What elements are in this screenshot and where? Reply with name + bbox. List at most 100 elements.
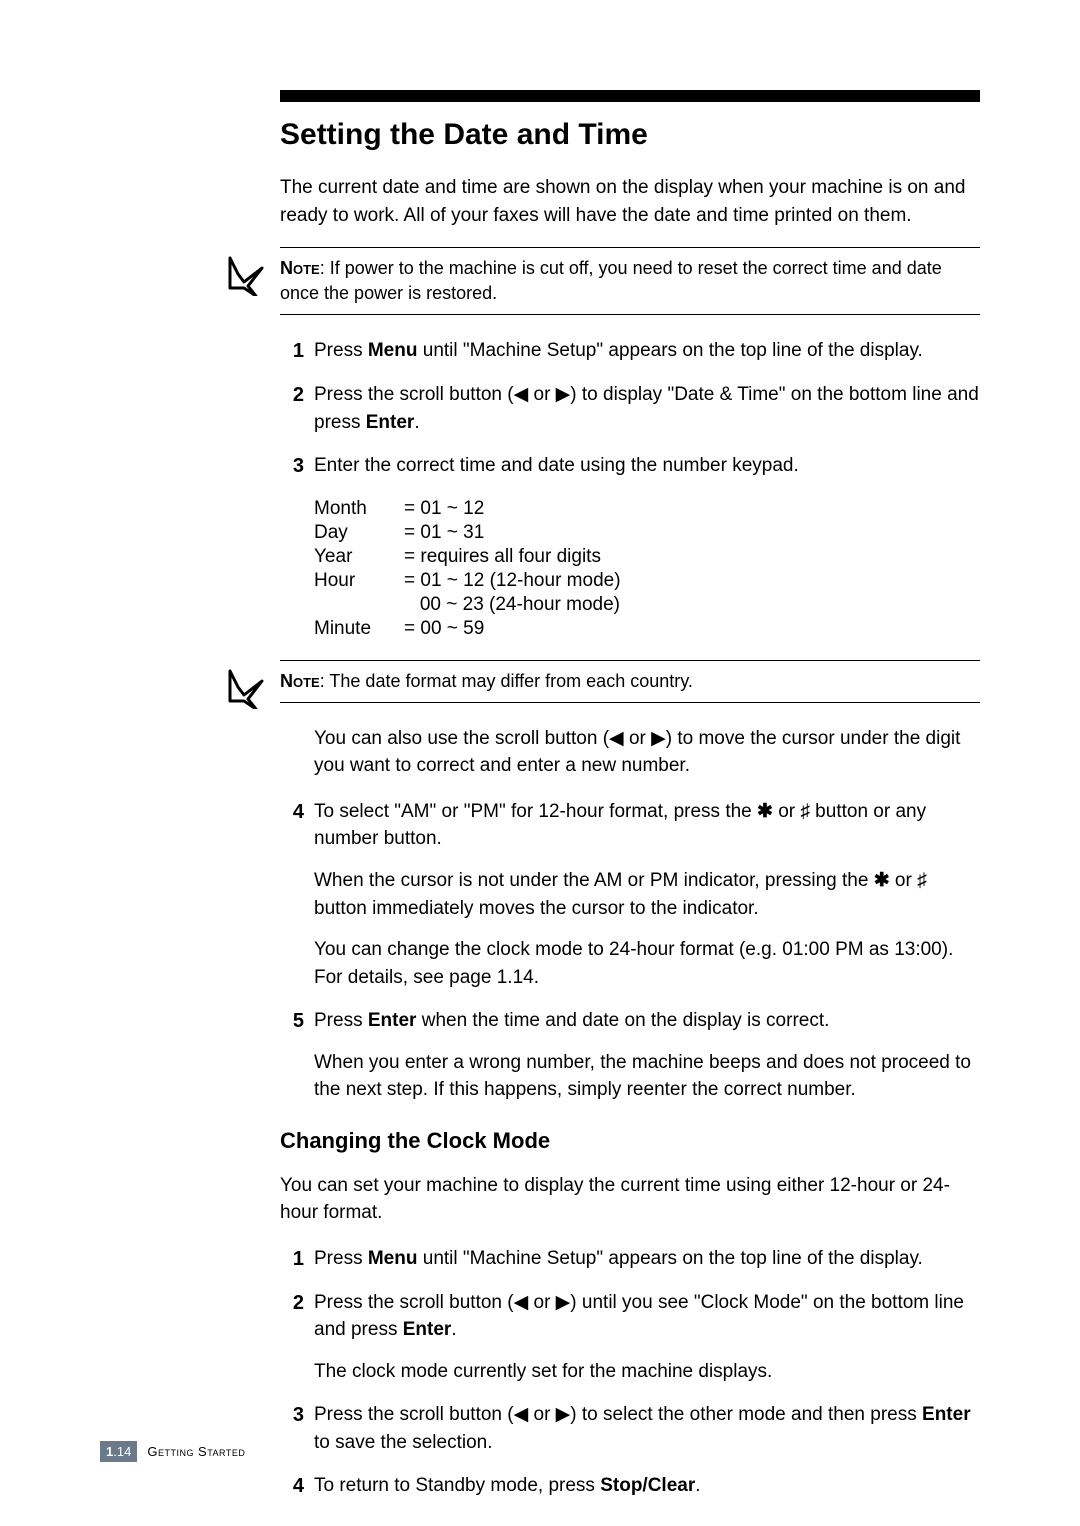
step-number: 4 <box>280 1472 304 1501</box>
note-checkmark-icon <box>224 252 268 301</box>
step-s1-text: Press Menu until "Machine Setup" appears… <box>314 1245 980 1273</box>
step-b4-p3: You can change the clock mode to 24-hour… <box>314 936 980 991</box>
step-number: 2 <box>280 1289 304 1318</box>
chapter-name: Getting Started <box>147 1444 245 1459</box>
post-note-paragraph: You can also use the scroll button (◀ or… <box>314 725 980 780</box>
text: or <box>773 801 800 822</box>
text: Press the scroll button ( <box>314 1404 514 1425</box>
left-arrow-icon: ◀ <box>514 384 529 405</box>
text: You can also use the scroll button ( <box>314 728 609 749</box>
text: To return to Standby mode, press <box>314 1475 600 1496</box>
text: until "Machine Setup" appears on the top… <box>417 340 922 361</box>
bold-text: Menu <box>368 340 418 361</box>
table-key: Month <box>314 498 404 522</box>
bold-text: Enter <box>403 1319 452 1340</box>
note-checkmark-icon <box>224 665 268 714</box>
subsection-title: Changing the Clock Mode <box>280 1128 980 1154</box>
content-column: Setting the Date and Time The current da… <box>280 118 980 1500</box>
steps-list-a: 1 Press Menu until "Machine Setup" appea… <box>280 337 980 479</box>
step-b4-p2: When the cursor is not under the AM or P… <box>314 867 980 922</box>
step-s3: 3 Press the scroll button (◀ or ▶) to se… <box>280 1401 980 1456</box>
step-number: 4 <box>280 798 304 827</box>
note-block-2: Note: The date format may differ from ea… <box>280 660 980 703</box>
table-key: Day <box>314 522 404 546</box>
step-number: 1 <box>280 337 304 366</box>
step-s2-p1: Press the scroll button (◀ or ▶) until y… <box>314 1289 980 1344</box>
page-number: 14 <box>117 1444 131 1459</box>
note-1-body: : If power to the machine is cut off, yo… <box>280 258 942 303</box>
step-b4: 4 To select "AM" or "PM" for 12-hour for… <box>280 798 980 991</box>
table-row: Minute= 00 ~ 59 <box>314 618 629 642</box>
note-2-body: : The date format may differ from each c… <box>320 671 693 691</box>
step-a2-text: Press the scroll button (◀ or ▶) to disp… <box>314 381 980 436</box>
steps-list-b: 4 To select "AM" or "PM" for 12-hour for… <box>280 798 980 1104</box>
sub-intro: You can set your machine to display the … <box>280 1172 980 1227</box>
bold-text: Menu <box>368 1248 418 1269</box>
page: Setting the Date and Time The current da… <box>0 0 1080 1526</box>
table-key <box>314 594 404 618</box>
text: when the time and date on the display is… <box>416 1010 829 1031</box>
section-title: Setting the Date and Time <box>280 118 980 152</box>
right-arrow-icon: ▶ <box>556 384 571 405</box>
text: or <box>528 1292 555 1313</box>
step-number: 1 <box>280 1245 304 1274</box>
text: ) to select the other mode and then pres… <box>570 1404 922 1425</box>
text: Press <box>314 1248 368 1269</box>
table-val: = 01 ~ 31 <box>404 522 629 546</box>
hash-icon: ♯ <box>800 801 810 822</box>
text: Press the scroll button ( <box>314 1292 514 1313</box>
step-b5-p2: When you enter a wrong number, the machi… <box>314 1049 980 1104</box>
text: When the cursor is not under the AM or P… <box>314 870 874 891</box>
asterisk-icon: ✱ <box>874 870 890 891</box>
step-number: 3 <box>280 452 304 481</box>
step-number: 3 <box>280 1401 304 1430</box>
step-a3: 3 Enter the correct time and date using … <box>280 452 980 480</box>
step-s4: 4 To return to Standby mode, press Stop/… <box>280 1472 980 1500</box>
step-a3-text: Enter the correct time and date using th… <box>314 452 980 480</box>
right-arrow-icon: ▶ <box>651 728 666 749</box>
table-key: Hour <box>314 570 404 594</box>
left-arrow-icon: ◀ <box>514 1292 529 1313</box>
table-key: Year <box>314 546 404 570</box>
note-2-text: Note: The date format may differ from ea… <box>280 669 980 694</box>
step-b5-p1: Press Enter when the time and date on th… <box>314 1007 980 1035</box>
table-val: = 01 ~ 12 (12-hour mode) <box>404 570 629 594</box>
step-a1: 1 Press Menu until "Machine Setup" appea… <box>280 337 980 365</box>
text: or <box>528 1404 555 1425</box>
step-s2: 2 Press the scroll button (◀ or ▶) until… <box>280 1289 980 1386</box>
table-val: = 01 ~ 12 <box>404 498 629 522</box>
right-arrow-icon: ▶ <box>556 1404 571 1425</box>
text: or <box>528 384 555 405</box>
step-s4-text: To return to Standby mode, press Stop/Cl… <box>314 1472 980 1500</box>
table-key: Minute <box>314 618 404 642</box>
text: . <box>414 412 419 433</box>
step-a2: 2 Press the scroll button (◀ or ▶) to di… <box>280 381 980 436</box>
right-arrow-icon: ▶ <box>556 1292 571 1313</box>
step-number: 5 <box>280 1007 304 1036</box>
bold-text: Enter <box>366 412 415 433</box>
date-range-table: Month= 01 ~ 12 Day= 01 ~ 31 Year= requir… <box>314 498 980 642</box>
text: . <box>451 1319 456 1340</box>
text: to save the selection. <box>314 1432 493 1453</box>
table-val: = 00 ~ 59 <box>404 618 629 642</box>
text: until "Machine Setup" appears on the top… <box>417 1248 922 1269</box>
table-row: 00 ~ 23 (24-hour mode) <box>314 594 629 618</box>
text: Press the scroll button ( <box>314 384 514 405</box>
text: To select "AM" or "PM" for 12-hour forma… <box>314 801 757 822</box>
text: button immediately moves the cursor to t… <box>314 898 759 919</box>
left-arrow-icon: ◀ <box>609 728 624 749</box>
asterisk-icon: ✱ <box>757 801 773 822</box>
intro-paragraph: The current date and time are shown on t… <box>280 174 980 229</box>
step-b5: 5 Press Enter when the time and date on … <box>280 1007 980 1104</box>
table-val: = requires all four digits <box>404 546 629 570</box>
text: or <box>624 728 651 749</box>
steps-list-sub: 1 Press Menu until "Machine Setup" appea… <box>280 1245 980 1500</box>
table-row: Year= requires all four digits <box>314 546 629 570</box>
text: Press <box>314 1010 368 1031</box>
note-label: Note <box>280 671 320 691</box>
step-number: 2 <box>280 381 304 410</box>
hash-icon: ♯ <box>917 870 927 891</box>
bold-text: Enter <box>368 1010 417 1031</box>
step-s3-text: Press the scroll button (◀ or ▶) to sele… <box>314 1401 980 1456</box>
page-footer: 1.14 Getting Started <box>100 1441 245 1462</box>
